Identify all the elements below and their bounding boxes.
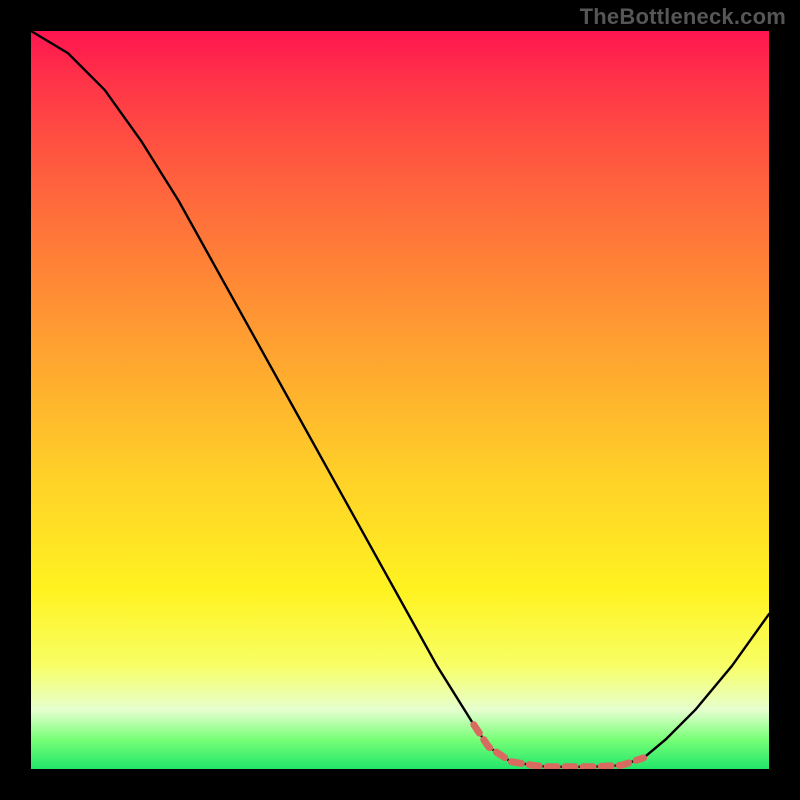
watermark-label: TheBottleneck.com: [580, 4, 786, 30]
plot-gradient-background: [31, 31, 769, 769]
chart-container: TheBottleneck.com: [0, 0, 800, 800]
